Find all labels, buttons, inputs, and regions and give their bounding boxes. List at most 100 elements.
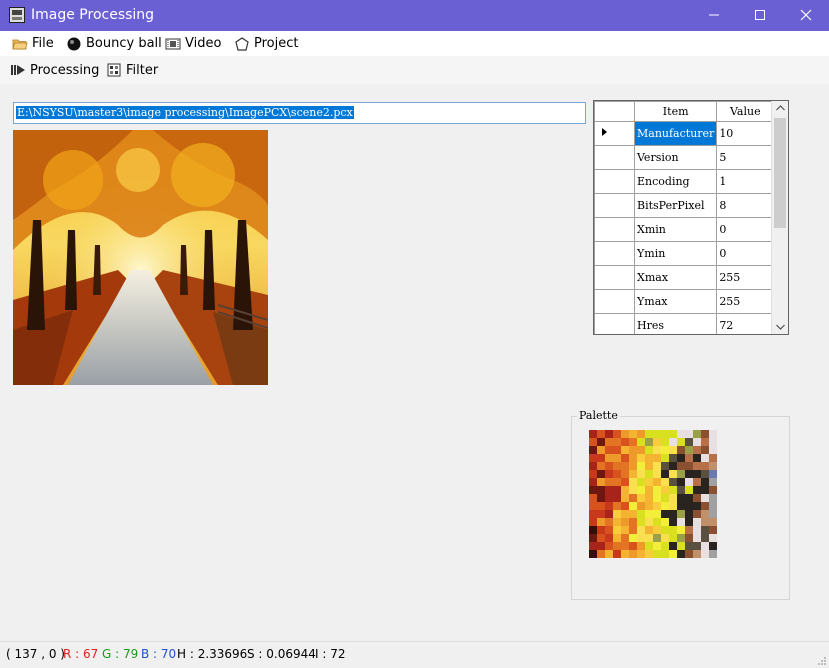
- palette-swatch: [605, 486, 613, 494]
- table-row[interactable]: Encoding 1: [594, 169, 775, 194]
- cell-item[interactable]: BitsPerPixel: [633, 193, 718, 218]
- palette-swatch: [709, 518, 717, 526]
- palette-swatch: [701, 438, 709, 446]
- palette-swatch: [637, 462, 645, 470]
- cell-value[interactable]: 10: [716, 121, 775, 146]
- scroll-down-icon[interactable]: [776, 324, 785, 330]
- resize-grip-icon[interactable]: [817, 656, 827, 666]
- table-row[interactable]: Xmin 0: [594, 217, 775, 242]
- palette-swatch: [589, 430, 597, 438]
- table-row[interactable]: Version 5: [594, 145, 775, 170]
- row-selector[interactable]: [594, 193, 635, 218]
- cell-value[interactable]: 5: [716, 145, 775, 170]
- palette-swatch: [653, 438, 661, 446]
- palette-swatch: [597, 534, 605, 542]
- row-selector[interactable]: [594, 217, 635, 242]
- cell-item[interactable]: Version: [633, 145, 718, 170]
- menu-project[interactable]: Project: [234, 31, 298, 56]
- table-row[interactable]: Hres 72: [594, 313, 775, 334]
- row-selector[interactable]: [594, 121, 635, 146]
- scroll-up-icon[interactable]: [776, 105, 785, 111]
- table-row[interactable]: Ymin 0: [594, 241, 775, 266]
- menu-video[interactable]: Video: [165, 31, 221, 56]
- menu-file[interactable]: File: [12, 31, 54, 56]
- status-s: S : 0.06944: [247, 647, 316, 661]
- pcx-header-grid[interactable]: Item Value Manufacturer 10 Version 5 Enc…: [593, 100, 789, 335]
- scroll-thumb[interactable]: [774, 118, 786, 228]
- cell-item[interactable]: Xmax: [633, 265, 718, 290]
- row-selector[interactable]: [594, 241, 635, 266]
- palette-swatch: [653, 518, 661, 526]
- cell-value[interactable]: 8: [716, 193, 775, 218]
- palette-swatch: [685, 446, 693, 454]
- filter-button[interactable]: Filter: [106, 56, 158, 84]
- palette-swatch: [669, 502, 677, 510]
- palette-swatch: [629, 430, 637, 438]
- palette-swatch: [661, 478, 669, 486]
- palette-swatch: [701, 454, 709, 462]
- column-header-item[interactable]: Item: [633, 101, 718, 122]
- palette-swatch: [589, 486, 597, 494]
- palette-swatch: [669, 526, 677, 534]
- menu-bouncy-ball[interactable]: Bouncy ball: [66, 31, 162, 56]
- cell-item[interactable]: Xmin: [633, 217, 718, 242]
- cell-value[interactable]: 72: [716, 313, 775, 334]
- cell-item[interactable]: Manufacturer: [633, 121, 718, 146]
- palette-swatch: [613, 454, 621, 462]
- palette-swatch: [629, 526, 637, 534]
- palette-swatch: [597, 542, 605, 550]
- file-path-field[interactable]: E:\NSYSU\master3\image processing\ImageP…: [13, 102, 586, 124]
- palette-swatch: [637, 534, 645, 542]
- table-row[interactable]: Xmax 255: [594, 265, 775, 290]
- palette-swatch: [701, 462, 709, 470]
- minimize-button[interactable]: [691, 0, 737, 31]
- palette-swatch: [661, 446, 669, 454]
- palette-swatch: [605, 470, 613, 478]
- row-selector[interactable]: [594, 145, 635, 170]
- row-selector[interactable]: [594, 313, 635, 334]
- cell-item[interactable]: Hres: [633, 313, 718, 334]
- palette-swatch: [621, 542, 629, 550]
- palette-swatch: [677, 446, 685, 454]
- palette-swatch: [693, 446, 701, 454]
- table-row[interactable]: BitsPerPixel 8: [594, 193, 775, 218]
- palette-swatch: [621, 454, 629, 462]
- project-icon: [234, 36, 250, 52]
- palette-swatch: [645, 470, 653, 478]
- palette-swatch: [693, 478, 701, 486]
- close-button[interactable]: [783, 0, 829, 31]
- palette-swatch: [629, 550, 637, 558]
- palette-swatch: [709, 510, 717, 518]
- palette-swatch: [645, 478, 653, 486]
- row-selector[interactable]: [594, 289, 635, 314]
- cell-value[interactable]: 1: [716, 169, 775, 194]
- cell-value[interactable]: 0: [716, 217, 775, 242]
- processing-icon: [10, 62, 26, 78]
- menu-file-label: File: [32, 36, 54, 51]
- maximize-button[interactable]: [737, 0, 783, 31]
- palette-swatch: [685, 470, 693, 478]
- table-row[interactable]: Manufacturer 10: [594, 121, 775, 146]
- cell-item[interactable]: Ymin: [633, 241, 718, 266]
- row-selector[interactable]: [594, 265, 635, 290]
- grid-vertical-scrollbar[interactable]: [771, 101, 788, 334]
- cell-value[interactable]: 255: [716, 265, 775, 290]
- cell-value[interactable]: 255: [716, 289, 775, 314]
- palette-swatch: [605, 502, 613, 510]
- row-selector[interactable]: [594, 169, 635, 194]
- column-header-value[interactable]: Value: [716, 101, 775, 122]
- processing-button[interactable]: Processing: [10, 56, 99, 84]
- palette-swatch: [629, 478, 637, 486]
- cell-item[interactable]: Encoding: [633, 169, 718, 194]
- cell-value[interactable]: 0: [716, 241, 775, 266]
- palette-swatch: [677, 454, 685, 462]
- palette-swatch: [613, 478, 621, 486]
- table-row[interactable]: Ymax 255: [594, 289, 775, 314]
- cell-item[interactable]: Ymax: [633, 289, 718, 314]
- palette-swatch: [701, 502, 709, 510]
- palette-swatch: [597, 494, 605, 502]
- status-i: I : 72: [315, 647, 346, 661]
- palette-swatch: [661, 518, 669, 526]
- palette-swatch: [661, 526, 669, 534]
- palette-swatch: [637, 550, 645, 558]
